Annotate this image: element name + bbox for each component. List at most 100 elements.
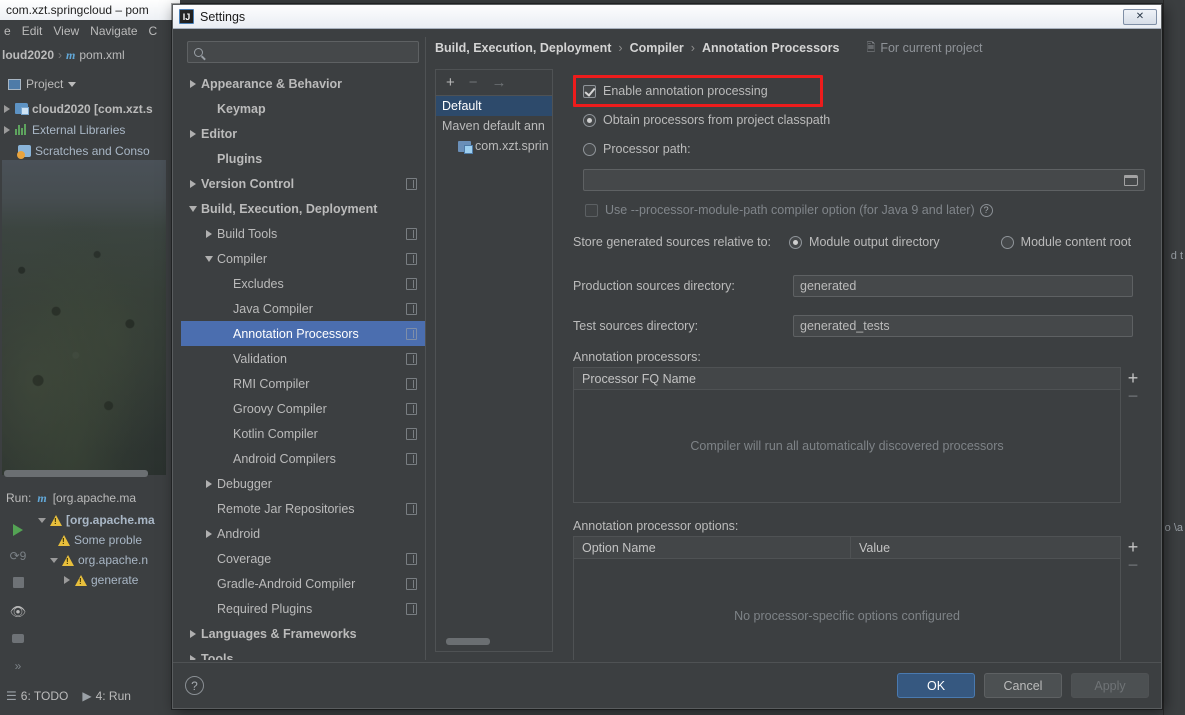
minus-icon[interactable]: − xyxy=(1128,556,1139,574)
cancel-button[interactable]: Cancel xyxy=(984,673,1062,698)
chevron-right-icon[interactable] xyxy=(185,79,201,88)
remove-profile-button[interactable]: − xyxy=(469,75,478,90)
close-icon[interactable]: ✕ xyxy=(1123,8,1157,25)
production-sources-input[interactable] xyxy=(800,279,1126,293)
project-tree[interactable]: cloud2020 [com.xzt.s External Libraries … xyxy=(0,98,168,161)
sidebar-item-debugger[interactable]: Debugger xyxy=(181,471,425,496)
plus-icon[interactable]: + xyxy=(1128,369,1139,387)
chevron-down-icon[interactable] xyxy=(185,205,201,212)
project-tree-row-external-libraries[interactable]: External Libraries xyxy=(0,119,168,140)
sidebar-item-android[interactable]: Android xyxy=(181,521,425,546)
sidebar-item-groovy-compiler[interactable]: Groovy Compiler xyxy=(181,396,425,421)
sidebar-item-tools[interactable]: Tools xyxy=(181,646,425,660)
obtain-processors-radio[interactable] xyxy=(583,113,596,127)
minus-icon[interactable]: − xyxy=(1128,387,1139,405)
processor-path-radio-row[interactable]: Processor path: xyxy=(583,142,691,156)
column-header-option-name[interactable]: Option Name xyxy=(574,537,850,558)
help-icon[interactable]: ? xyxy=(979,203,993,217)
obtain-processors-radio-row[interactable]: Obtain processors from project classpath xyxy=(583,113,830,127)
chevron-right-icon[interactable] xyxy=(185,129,201,138)
store-relative-option-module-content[interactable]: Module content root xyxy=(1000,235,1131,249)
sidebar-item-required-plugins[interactable]: Required Plugins xyxy=(181,596,425,621)
add-profile-button[interactable]: + xyxy=(446,75,455,90)
ok-button[interactable]: OK xyxy=(897,673,975,698)
eye-icon[interactable]: 👁 xyxy=(8,602,28,622)
profile-item-maven-default[interactable]: Maven default ann xyxy=(436,116,552,136)
run-toolbar[interactable]: ⟳9 👁 » xyxy=(0,510,34,673)
store-relative-option-module-output[interactable]: Module output directory xyxy=(789,235,940,249)
project-tool-window-header[interactable]: Project xyxy=(0,74,168,94)
run-config-name[interactable]: [org.apache.ma xyxy=(53,491,136,505)
ide-status-bar[interactable]: ☰ 6: TODO ▶ 4: Run xyxy=(0,685,168,707)
sidebar-item-appearance-behavior[interactable]: Appearance & Behavior xyxy=(181,71,425,96)
profile-item-default[interactable]: Default xyxy=(436,96,552,116)
column-header-value[interactable]: Value xyxy=(850,537,1120,558)
chevron-right-icon[interactable] xyxy=(201,479,217,488)
module-output-radio[interactable] xyxy=(789,235,803,249)
sidebar-item-kotlin-compiler[interactable]: Kotlin Compiler xyxy=(181,421,425,446)
move-profile-button[interactable]: → xyxy=(492,75,507,90)
sidebar-item-languages-frameworks[interactable]: Languages & Frameworks xyxy=(181,621,425,646)
chevron-right-icon[interactable] xyxy=(185,629,201,638)
sidebar-item-java-compiler[interactable]: Java Compiler xyxy=(181,296,425,321)
settings-search-box[interactable] xyxy=(187,41,419,63)
menu-item-view[interactable]: View xyxy=(53,24,79,38)
production-sources-field[interactable] xyxy=(793,275,1133,297)
status-bar-run[interactable]: ▶ 4: Run xyxy=(82,689,131,703)
annotation-processor-options-table[interactable]: Option Name Value No processor-specific … xyxy=(573,536,1138,660)
enable-annotation-processing-row[interactable]: Enable annotation processing xyxy=(573,75,768,107)
chevron-down-icon[interactable] xyxy=(38,517,46,523)
chevron-down-icon[interactable] xyxy=(201,255,217,262)
processor-path-field[interactable] xyxy=(583,169,1145,191)
sidebar-item-editor[interactable]: Editor xyxy=(181,121,425,146)
chevron-down-icon[interactable] xyxy=(68,81,77,87)
profile-item-module[interactable]: com.xzt.sprin xyxy=(436,136,552,156)
sidebar-item-version-control[interactable]: Version Control xyxy=(181,171,425,196)
chevron-down-icon[interactable] xyxy=(50,557,58,563)
chevron-right-icon[interactable] xyxy=(4,104,10,113)
chevron-right-icon[interactable] xyxy=(4,125,10,134)
sidebar-item-gradle-android-compiler[interactable]: Gradle-Android Compiler xyxy=(181,571,425,596)
breadcrumb-project[interactable]: loud2020 xyxy=(2,48,54,62)
breadcrumb-item-build[interactable]: Build, Execution, Deployment xyxy=(435,41,611,55)
test-sources-field[interactable] xyxy=(793,315,1133,337)
module-path-option-checkbox[interactable] xyxy=(585,203,598,217)
sidebar-item-coverage[interactable]: Coverage xyxy=(181,546,425,571)
chevron-right-icon[interactable] xyxy=(185,654,201,660)
annotation-processors-table[interactable]: Processor FQ Name Compiler will run all … xyxy=(573,367,1138,503)
chevron-right-icon[interactable] xyxy=(64,576,70,584)
status-bar-todo[interactable]: ☰ 6: TODO xyxy=(6,689,68,703)
rerun-icon[interactable]: ⟳9 xyxy=(8,546,28,566)
sidebar-item-compiler[interactable]: Compiler xyxy=(181,246,425,271)
breadcrumb-item-annotation-processors[interactable]: Annotation Processors xyxy=(702,41,840,55)
stop-icon[interactable] xyxy=(8,572,28,592)
sidebar-item-build-tools[interactable]: Build Tools xyxy=(181,221,425,246)
expand-icon[interactable]: » xyxy=(8,656,28,676)
module-content-radio[interactable] xyxy=(1000,235,1014,249)
help-button[interactable]: ? xyxy=(185,676,204,695)
settings-tree[interactable]: Appearance & Behavior Keymap Editor Plugins… xyxy=(181,71,425,660)
profiles-horizontal-scrollbar[interactable] xyxy=(446,638,490,645)
project-tree-row-scratches[interactable]: Scratches and Conso xyxy=(0,140,168,161)
menu-item-edit[interactable]: Edit xyxy=(22,24,43,38)
search-input[interactable] xyxy=(207,45,412,59)
sidebar-item-excludes[interactable]: Excludes xyxy=(181,271,425,296)
apply-button[interactable]: Apply xyxy=(1071,673,1149,698)
module-path-option-row[interactable]: Use --processor-module-path compiler opt… xyxy=(585,203,993,217)
menu-item-file[interactable]: e xyxy=(4,24,11,38)
camera-icon[interactable] xyxy=(8,628,28,648)
menu-item-code[interactable]: C xyxy=(149,24,158,38)
enable-annotation-processing-checkbox[interactable] xyxy=(583,84,596,98)
ide-menu-bar[interactable]: e Edit View Navigate C xyxy=(0,20,180,42)
chevron-right-icon[interactable] xyxy=(201,229,217,238)
test-sources-input[interactable] xyxy=(800,319,1126,333)
chevron-right-icon[interactable] xyxy=(201,529,217,538)
folder-browse-icon[interactable] xyxy=(1124,174,1138,186)
breadcrumb-file[interactable]: pom.xml xyxy=(79,48,124,62)
sidebar-item-validation[interactable]: Validation xyxy=(181,346,425,371)
sidebar-item-rmi-compiler[interactable]: RMI Compiler xyxy=(181,371,425,396)
project-tree-row-cloud2020[interactable]: cloud2020 [com.xzt.s xyxy=(0,98,168,119)
editor-horizontal-scrollbar[interactable] xyxy=(4,470,148,477)
column-header-processor-fq-name[interactable]: Processor FQ Name xyxy=(574,368,1120,389)
processor-path-radio[interactable] xyxy=(583,142,596,156)
